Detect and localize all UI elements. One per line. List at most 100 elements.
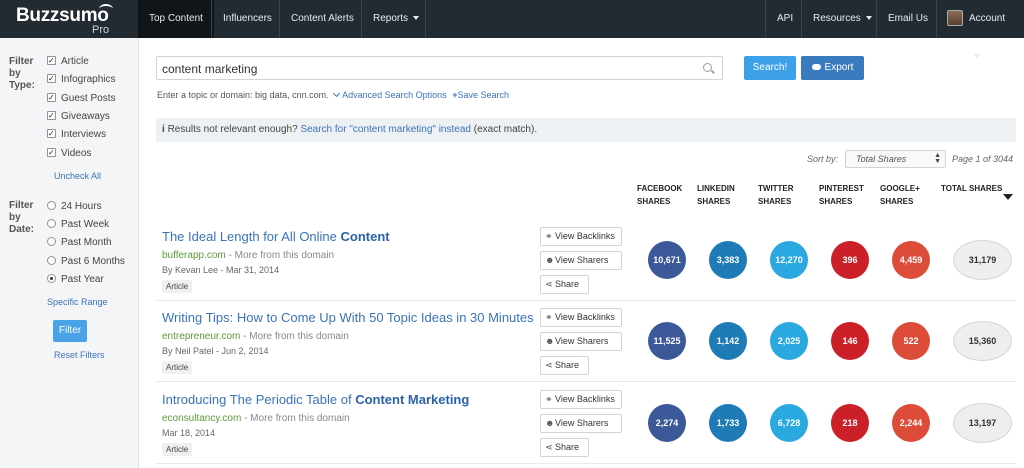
filter-videos[interactable]: Videos [47, 146, 91, 161]
col-label: SHARES [697, 197, 731, 206]
google-count: 522 [892, 322, 930, 360]
checkbox[interactable] [47, 127, 56, 141]
cloud-upload-icon [811, 64, 821, 70]
filter-date-heading: Filter by Date: [9, 200, 35, 235]
sort-select[interactable]: Total Shares ▲ ▼ [845, 150, 946, 168]
search-button[interactable]: Search! [744, 56, 796, 80]
filter-button[interactable]: Filter [53, 320, 87, 342]
col-pinterest-shares[interactable]: PINTEREST SHARES [819, 182, 864, 208]
filter-type-heading: Filter by Type: [9, 56, 35, 91]
radio[interactable] [47, 256, 56, 265]
col-linkedin-shares[interactable]: LINKEDIN SHARES [697, 182, 735, 208]
checkbox[interactable] [47, 54, 56, 68]
link-icon: ⚭ [545, 231, 553, 241]
exact-match-link[interactable]: Search for "content marketing" instead [300, 124, 471, 135]
notice-lead: Results not relevant enough? [167, 124, 298, 135]
col-label: SHARES [880, 197, 914, 206]
save-search-link[interactable]: Save Search [457, 90, 509, 100]
filter-giveaways[interactable]: Giveaways [47, 109, 110, 124]
advanced-search-link[interactable]: Advanced Search Options [342, 90, 447, 100]
col-facebook-shares[interactable]: FACEBOOK SHARES [637, 182, 682, 208]
facebook-count: 2,274 [648, 404, 686, 442]
more-from-domain-link[interactable]: - More from this domain [240, 331, 349, 342]
result-row: Writing Tips: How to Come Up With 50 Top… [156, 302, 1016, 382]
checkbox[interactable] [47, 146, 56, 160]
specific-range-link[interactable]: Specific Range [47, 297, 108, 307]
filter-infographics[interactable]: Infographics [47, 72, 115, 87]
button-label: View Sharers [555, 418, 609, 428]
result-title[interactable]: The Ideal Length for All Online Content [162, 229, 390, 244]
twitter-count: 12,270 [770, 241, 808, 279]
view-sharers-button[interactable]: ☻View Sharers [540, 332, 622, 351]
date-past-month[interactable]: Past Month [47, 236, 112, 250]
reset-filters-link[interactable]: Reset Filters [54, 350, 105, 360]
checkbox-label: Article [61, 56, 89, 67]
domain-link[interactable]: bufferapp.com [162, 250, 226, 261]
nav-divider [936, 0, 937, 38]
uncheck-all-link[interactable]: Uncheck All [54, 171, 101, 181]
nav-content-alerts[interactable]: Content Alerts [280, 0, 365, 38]
filter-interviews[interactable]: Interviews [47, 127, 106, 142]
radio[interactable] [47, 274, 56, 283]
share-button[interactable]: ⋖ Share [540, 438, 589, 457]
linkedin-count: 3,383 [709, 241, 747, 279]
nav-label: Top Content [149, 13, 203, 24]
button-label: View Backlinks [555, 394, 615, 404]
google-count: 2,244 [892, 404, 930, 442]
chevron-down-icon [333, 89, 341, 98]
sort-desc-icon[interactable] [1003, 194, 1013, 200]
radio[interactable] [47, 219, 56, 228]
view-sharers-button[interactable]: ☻View Sharers [540, 251, 622, 270]
nav-api[interactable]: API [766, 0, 804, 38]
nav-top-content[interactable]: Top Content [138, 0, 214, 38]
export-button[interactable]: Export [801, 56, 864, 80]
type-badge: Article [162, 361, 193, 374]
date-past-week[interactable]: Past Week [47, 218, 109, 232]
date-24-hours[interactable]: 24 Hours [47, 200, 102, 214]
nav-email-us[interactable]: Email Us [877, 0, 939, 38]
share-button[interactable]: ⋖ Share [540, 356, 589, 375]
view-backlinks-button[interactable]: ⚭ View Backlinks [540, 227, 622, 246]
radio[interactable] [47, 201, 56, 210]
checkbox[interactable] [47, 72, 56, 86]
caret-down-icon [413, 16, 420, 21]
button-label: Share [555, 442, 580, 452]
nav-account[interactable]: Account [958, 0, 1024, 59]
radio[interactable] [47, 237, 56, 246]
radio-label: Past 6 Months [61, 256, 125, 267]
search-icon[interactable] [703, 63, 712, 72]
result-title[interactable]: Introducing The Periodic Table of Conten… [162, 392, 469, 407]
more-from-domain-link[interactable]: - More from this domain [241, 413, 350, 424]
share-button[interactable]: ⋖ Share [540, 275, 589, 294]
col-label: TWITTER [758, 184, 794, 193]
domain-link[interactable]: econsultancy.com [162, 413, 241, 424]
result-title[interactable]: Writing Tips: How to Come Up With 50 Top… [162, 310, 534, 325]
relevance-notice: i Results not relevant enough? Search fo… [156, 118, 1016, 142]
col-total-shares[interactable]: TOTAL SHARES [941, 182, 1002, 195]
nav-resources[interactable]: Resources [802, 0, 883, 38]
view-sharers-button[interactable]: ☻View Sharers [540, 414, 622, 433]
title-highlight: Content [340, 229, 390, 244]
twitter-count: 2,025 [770, 322, 808, 360]
filter-article[interactable]: Article [47, 54, 89, 69]
nav-influencers[interactable]: Influencers [212, 0, 283, 38]
top-nav: Buzzsumo Pro Top Content Influencers Con… [0, 0, 1024, 59]
date-past-year[interactable]: Past Year [47, 273, 104, 287]
facebook-count: 11,525 [648, 322, 686, 360]
view-backlinks-button[interactable]: ⚭ View Backlinks [540, 308, 622, 327]
nav-reports[interactable]: Reports [362, 0, 430, 38]
search-input[interactable]: content marketing [156, 56, 723, 80]
view-backlinks-button[interactable]: ⚭ View Backlinks [540, 390, 622, 409]
google-count: 4,459 [892, 241, 930, 279]
domain-link[interactable]: entrepreneur.com [162, 331, 240, 342]
col-google-shares[interactable]: GOOGLE+ SHARES [880, 182, 920, 208]
more-from-domain-link[interactable]: - More from this domain [226, 250, 335, 261]
filter-guest-posts[interactable]: Guest Posts [47, 91, 115, 106]
button-label: Share [555, 279, 580, 289]
logo[interactable]: Buzzsumo Pro [16, 3, 126, 37]
date-past-6-months[interactable]: Past 6 Months [47, 255, 125, 269]
pinterest-count: 146 [831, 322, 869, 360]
col-twitter-shares[interactable]: TWITTER SHARES [758, 182, 794, 208]
checkbox[interactable] [47, 91, 56, 105]
checkbox[interactable] [47, 109, 56, 123]
